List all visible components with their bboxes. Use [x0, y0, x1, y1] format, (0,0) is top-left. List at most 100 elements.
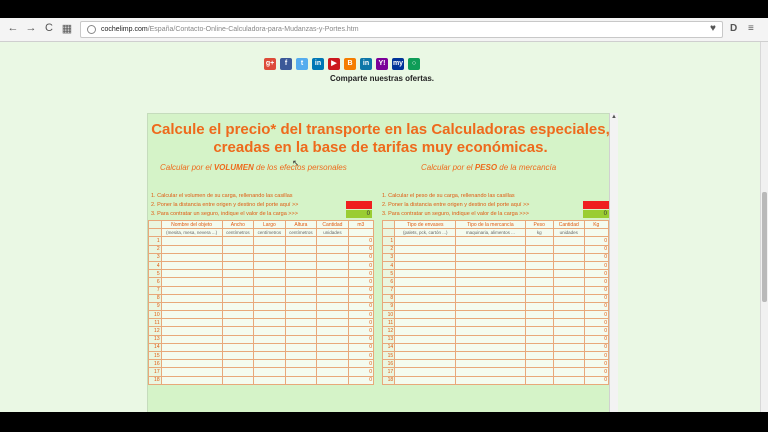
volume-input-cell[interactable] [253, 269, 286, 279]
weight-input-cell[interactable] [553, 260, 585, 271]
weight-input-cell[interactable] [394, 277, 457, 287]
weight-input-cell[interactable] [455, 277, 526, 287]
weight-input-cell[interactable] [524, 285, 554, 295]
myspace-icon[interactable]: my [392, 58, 404, 70]
apps-icon[interactable]: ▦ [60, 22, 74, 35]
weight-input-cell[interactable] [394, 252, 457, 262]
volume-insurance-input[interactable]: 0 [346, 210, 372, 218]
volume-input-cell[interactable] [253, 310, 286, 320]
volume-input-cell[interactable] [316, 293, 349, 303]
volume-input-cell[interactable] [253, 252, 286, 262]
volume-input-cell[interactable] [160, 342, 223, 353]
volume-input-cell[interactable] [160, 293, 223, 303]
weight-input-cell[interactable] [455, 342, 526, 353]
volume-input-cell[interactable] [316, 318, 349, 328]
weight-input-cell[interactable] [553, 301, 585, 312]
volume-input-cell[interactable] [253, 342, 286, 353]
weight-input-cell[interactable] [553, 277, 585, 287]
weight-insurance-input[interactable]: 0 [583, 210, 609, 218]
weight-distance-input[interactable] [583, 201, 609, 209]
linkedin-icon[interactable]: in [312, 58, 324, 70]
volume-input-cell[interactable] [160, 359, 223, 369]
volume-input-cell[interactable] [253, 293, 286, 303]
weight-input-cell[interactable] [455, 285, 526, 295]
weight-input-cell[interactable] [553, 326, 585, 336]
volume-input-cell[interactable] [221, 375, 255, 385]
weight-input-cell[interactable] [524, 260, 554, 271]
volume-input-cell[interactable] [284, 342, 318, 353]
weight-input-cell[interactable] [524, 310, 554, 320]
volume-input-cell[interactable] [160, 269, 223, 279]
weight-input-cell[interactable] [394, 342, 457, 353]
panel-scrollbar[interactable]: ▲ [609, 113, 618, 412]
volume-input-cell[interactable] [284, 285, 318, 295]
weight-input-cell[interactable] [553, 342, 585, 353]
weight-input-cell[interactable] [394, 334, 457, 344]
weight-input-cell[interactable] [524, 301, 554, 312]
weight-input-cell[interactable] [553, 350, 585, 361]
volume-input-cell[interactable] [221, 285, 255, 295]
volume-input-cell[interactable] [316, 359, 349, 369]
volume-input-cell[interactable] [160, 367, 223, 377]
volume-input-cell[interactable] [221, 277, 255, 287]
weight-input-cell[interactable] [455, 293, 526, 303]
volume-distance-input[interactable] [346, 201, 372, 209]
hangouts-icon[interactable]: ○ [408, 58, 420, 70]
linkedin-in-icon[interactable]: in [360, 58, 372, 70]
volume-input-cell[interactable] [160, 260, 223, 271]
weight-input-cell[interactable] [455, 326, 526, 336]
extension-icon[interactable]: D [730, 23, 737, 34]
volume-input-cell[interactable] [316, 342, 349, 353]
weight-input-cell[interactable] [553, 310, 585, 320]
volume-input-cell[interactable] [284, 318, 318, 328]
weight-input-cell[interactable] [524, 293, 554, 303]
weight-input-cell[interactable] [553, 252, 585, 262]
address-bar[interactable]: cochelimp.com/España/Contacto-Online-Cal… [80, 21, 723, 38]
volume-input-cell[interactable] [284, 301, 318, 312]
volume-input-cell[interactable] [316, 375, 349, 385]
page-info-icon[interactable] [87, 25, 96, 34]
volume-input-cell[interactable] [221, 318, 255, 328]
weight-input-cell[interactable] [455, 350, 526, 361]
weight-input-cell[interactable] [455, 269, 526, 279]
volume-input-cell[interactable] [160, 285, 223, 295]
weight-input-cell[interactable] [524, 375, 554, 385]
volume-input-cell[interactable] [316, 277, 349, 287]
volume-input-cell[interactable] [160, 318, 223, 328]
volume-input-cell[interactable] [316, 326, 349, 336]
volume-input-cell[interactable] [253, 285, 286, 295]
volume-input-cell[interactable] [316, 269, 349, 279]
weight-input-cell[interactable] [455, 260, 526, 271]
volume-input-cell[interactable] [160, 277, 223, 287]
volume-input-cell[interactable] [284, 334, 318, 344]
volume-input-cell[interactable] [160, 244, 223, 254]
weight-input-cell[interactable] [455, 367, 526, 377]
scroll-up-icon[interactable]: ▲ [611, 114, 617, 120]
weight-input-cell[interactable] [394, 367, 457, 377]
weight-input-cell[interactable] [524, 350, 554, 361]
volume-input-cell[interactable] [316, 301, 349, 312]
volume-input-cell[interactable] [284, 350, 318, 361]
weight-input-cell[interactable] [553, 367, 585, 377]
volume-input-cell[interactable] [160, 334, 223, 344]
volume-input-cell[interactable] [284, 367, 318, 377]
weight-input-cell[interactable] [524, 244, 554, 254]
volume-input-cell[interactable] [316, 367, 349, 377]
weight-input-cell[interactable] [553, 334, 585, 344]
weight-input-cell[interactable] [524, 318, 554, 328]
weight-input-cell[interactable] [455, 236, 526, 246]
google-plus-icon[interactable]: g+ [264, 58, 276, 70]
weight-input-cell[interactable] [553, 293, 585, 303]
volume-input-cell[interactable] [253, 367, 286, 377]
volume-input-cell[interactable] [221, 269, 255, 279]
volume-input-cell[interactable] [316, 260, 349, 271]
volume-input-cell[interactable] [160, 326, 223, 336]
volume-input-cell[interactable] [253, 350, 286, 361]
weight-input-cell[interactable] [455, 244, 526, 254]
volume-input-cell[interactable] [316, 236, 349, 246]
menu-icon[interactable]: ≡ [748, 23, 754, 34]
forward-icon[interactable]: → [24, 22, 38, 34]
volume-input-cell[interactable] [221, 359, 255, 369]
weight-input-cell[interactable] [394, 301, 457, 312]
volume-input-cell[interactable] [221, 334, 255, 344]
